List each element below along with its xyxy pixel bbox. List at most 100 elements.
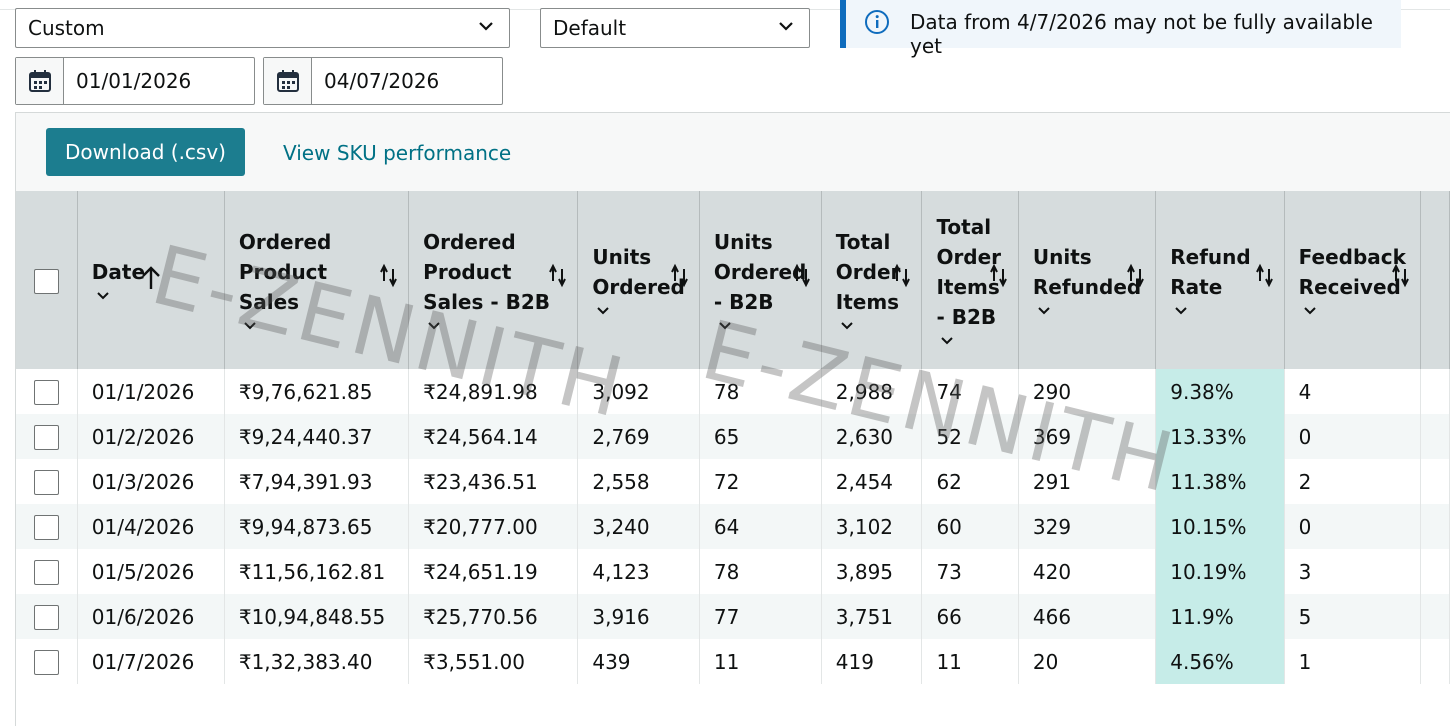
column-header[interactable]: Total Order Items - B2B xyxy=(921,191,1019,369)
view-sku-performance-link[interactable]: View SKU performance xyxy=(283,141,511,165)
table-body: 01/1/2026 ₹9,76,621.85 ₹24,891.98 3,092 78 2,… xyxy=(16,369,1450,684)
column-header[interactable]: Units Refunded xyxy=(1018,191,1157,369)
table-cell: 3,092 xyxy=(577,369,700,414)
column-header[interactable]: Units Ordered xyxy=(577,191,700,369)
chevron-down-icon[interactable] xyxy=(592,304,685,318)
end-date-value[interactable]: 04/07/2026 xyxy=(312,58,439,104)
table-cell: 77 xyxy=(699,594,822,639)
table-cell: 01/6/2026 xyxy=(77,594,225,639)
date-range-select[interactable]: Custom xyxy=(15,8,510,48)
table-cell: 65 xyxy=(699,414,822,459)
download-csv-button[interactable]: Download (.csv) xyxy=(46,128,245,176)
table-cell: 60 xyxy=(921,504,1019,549)
chevron-down-icon[interactable] xyxy=(92,289,210,303)
table-cell: ₹24,564.14 xyxy=(408,414,579,459)
table-cell: 10.15% xyxy=(1155,504,1285,549)
row-checkbox[interactable] xyxy=(33,514,59,540)
table-cell: ₹20,777.00 xyxy=(408,504,579,549)
column-header[interactable]: Units Ordered - B2B xyxy=(699,191,822,369)
select-all-checkbox[interactable] xyxy=(33,269,59,294)
notice-text: Data from 4/7/2026 may not be fully avai… xyxy=(910,10,1373,58)
table-cell: 290 xyxy=(1018,369,1157,414)
table-cell: 3,895 xyxy=(821,549,923,594)
table-cell: 3,102 xyxy=(821,504,923,549)
table-cell: 4.56% xyxy=(1155,639,1285,684)
table-cell: ₹10,94,848.55 xyxy=(224,594,410,639)
table-cell: 64 xyxy=(699,504,822,549)
table-cell-partial xyxy=(1420,639,1450,684)
column-header-label: Total xyxy=(936,215,992,239)
column-header[interactable]: Total Order Items xyxy=(821,191,923,369)
chevron-down-icon[interactable] xyxy=(836,319,908,333)
table-cell: 466 xyxy=(1018,594,1157,639)
row-checkbox[interactable] xyxy=(33,604,59,630)
column-header-label: Units xyxy=(713,230,773,254)
table-cell: ₹7,94,391.93 xyxy=(224,459,410,504)
column-header[interactable]: Date xyxy=(77,191,225,369)
table-row: 01/7/2026 ₹1,32,383.40 ₹3,551.00 439 11 419 11… xyxy=(16,639,1450,684)
table-cell: 291 xyxy=(1018,459,1157,504)
table-cell: 3 xyxy=(1284,549,1422,594)
start-date-field[interactable]: 01/01/2026 xyxy=(15,57,255,105)
row-checkbox[interactable] xyxy=(33,379,59,405)
column-header[interactable]: Feedback Received xyxy=(1284,191,1422,369)
table-cell: 0 xyxy=(1284,504,1422,549)
calendar-icon[interactable] xyxy=(16,58,64,104)
table-cell: 419 xyxy=(821,639,923,684)
view-select[interactable]: Default xyxy=(540,8,810,48)
report-toolbar: Download (.csv) View SKU performance xyxy=(16,113,1450,191)
column-header-label: Ordered xyxy=(423,230,516,254)
calendar-icon[interactable] xyxy=(264,58,312,104)
row-select-cell xyxy=(16,369,78,414)
chevron-down-icon[interactable] xyxy=(936,334,1003,348)
chevron-down-icon[interactable] xyxy=(423,319,563,333)
table-cell-partial xyxy=(1420,549,1450,594)
column-header[interactable]: Ordered Product Sales - B2B xyxy=(408,191,579,369)
column-header-label: Total xyxy=(835,230,891,254)
table-cell: 78 xyxy=(699,549,822,594)
table-cell: 1 xyxy=(1284,639,1422,684)
table-cell: 5 xyxy=(1284,594,1422,639)
row-checkbox[interactable] xyxy=(33,424,59,450)
row-select-cell xyxy=(16,549,78,594)
table-cell: 11.9% xyxy=(1155,594,1285,639)
view-select-value: Default xyxy=(553,16,627,40)
table-cell: 01/5/2026 xyxy=(77,549,225,594)
column-header[interactable]: Refund Rate xyxy=(1155,191,1285,369)
column-header-label: Sales - B2B xyxy=(423,290,551,314)
column-header[interactable]: Ordered Product Sales xyxy=(224,191,410,369)
column-header-label: Items xyxy=(835,290,900,314)
table-cell: 2 xyxy=(1284,459,1422,504)
start-date-value[interactable]: 01/01/2026 xyxy=(64,58,191,104)
table-cell: 9.38% xyxy=(1155,369,1285,414)
table-cell-partial xyxy=(1420,414,1450,459)
table-cell: ₹24,651.19 xyxy=(408,549,579,594)
chevron-down-icon xyxy=(479,22,493,31)
table-cell: ₹1,32,383.40 xyxy=(224,639,410,684)
row-checkbox[interactable] xyxy=(33,559,59,585)
chevron-down-icon[interactable] xyxy=(1033,304,1141,318)
table-cell: 2,769 xyxy=(577,414,700,459)
chevron-down-icon[interactable] xyxy=(239,319,394,333)
column-header-label: Product Sales xyxy=(238,260,328,314)
table-cell: 62 xyxy=(921,459,1019,504)
table-header-row: Date Ordered Product Sales Ordered Product Sa… xyxy=(16,191,1450,369)
table-cell: 439 xyxy=(577,639,700,684)
table-cell: 369 xyxy=(1018,414,1157,459)
row-checkbox[interactable] xyxy=(33,469,59,495)
chevron-down-icon[interactable] xyxy=(1170,304,1269,318)
table-cell: ₹9,76,621.85 xyxy=(224,369,410,414)
table-row: 01/4/2026 ₹9,94,873.65 ₹20,777.00 3,240 64 3,… xyxy=(16,504,1450,549)
end-date-field[interactable]: 04/07/2026 xyxy=(263,57,503,105)
table-row: 01/2/2026 ₹9,24,440.37 ₹24,564.14 2,769 65 2,… xyxy=(16,414,1450,459)
table-cell: 2,988 xyxy=(821,369,923,414)
data-availability-notice: Data from 4/7/2026 may not be fully avai… xyxy=(840,0,1401,58)
report-panel: Download (.csv) View SKU performance Dat… xyxy=(15,112,1450,726)
chevron-down-icon[interactable] xyxy=(1299,304,1406,318)
table-cell: 74 xyxy=(921,369,1019,414)
table-cell: 0 xyxy=(1284,414,1422,459)
row-checkbox[interactable] xyxy=(33,649,59,675)
column-header-label: Product xyxy=(423,260,512,284)
chevron-down-icon[interactable] xyxy=(714,319,807,333)
column-header-label: Ordered xyxy=(238,230,332,254)
